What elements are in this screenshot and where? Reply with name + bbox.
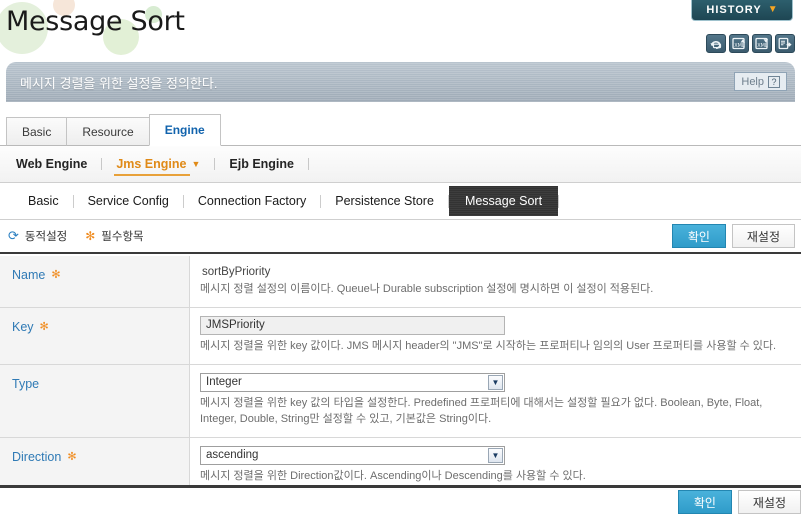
direction-select-value: ascending xyxy=(206,448,259,461)
tertiary-tabs: Basic Service Config Connection Factory … xyxy=(0,183,801,220)
legend-dynamic-config-label: 동적설정 xyxy=(24,231,68,243)
page-root: Message Sort HISTORY ▼ XML XML 메시지 경렬을 위… xyxy=(0,0,801,516)
form-description-type: 메시지 정렬을 위한 key 값의 타입을 설정한다. Predefined 프… xyxy=(200,396,763,425)
refresh-icon[interactable] xyxy=(706,34,726,53)
nav-web-engine[interactable]: Web Engine xyxy=(14,154,89,174)
active-underline xyxy=(114,174,191,176)
subtab-persistence-store-label: Persistence Store xyxy=(335,194,434,208)
confirm-button-bottom-label: 확인 xyxy=(693,495,716,510)
subtab-service-config-label: Service Config xyxy=(87,194,169,208)
form-description-name: 메시지 정렬 설정의 이름이다. Queue나 Durable subscrip… xyxy=(200,283,654,295)
form-label-key-text: Key xyxy=(12,319,34,334)
subtab-basic[interactable]: Basic xyxy=(14,188,73,214)
nav-separator xyxy=(308,158,309,170)
type-select[interactable]: Integer ▼ xyxy=(200,372,505,392)
confirm-button-top[interactable]: 확인 xyxy=(671,224,726,248)
form-description-direction: 메시지 정렬을 위한 Direction값이다. Ascending이나 Des… xyxy=(200,469,586,482)
tab-basic[interactable]: Basic xyxy=(6,117,68,146)
type-select-value: Integer xyxy=(206,375,242,388)
page-header: Message Sort HISTORY ▼ XML XML xyxy=(0,0,801,58)
reset-button-top-label: 재설정 xyxy=(746,229,780,244)
chevron-down-icon[interactable]: ▼ xyxy=(488,447,503,463)
legend-required-field-label: 필수항목 xyxy=(101,231,144,243)
history-button-label: HISTORY xyxy=(706,4,762,16)
reset-button-top[interactable]: 재설정 xyxy=(731,224,795,248)
toolbar-icons: XML XML xyxy=(706,34,795,53)
svg-text:XML: XML xyxy=(734,43,745,49)
form-label-name-text: Name xyxy=(12,268,46,282)
help-button[interactable]: Help ? xyxy=(734,72,787,91)
required-field-icon: ✻ xyxy=(39,320,49,333)
question-mark-icon: ? xyxy=(768,75,780,88)
form-row-key: Key ✻ 메시지 정렬을 위한 key 값이다. JMS 메시지 header… xyxy=(0,307,801,365)
required-field-icon: ✻ xyxy=(85,229,96,243)
legend-dynamic-config: ⟳ 동적설정 xyxy=(8,228,67,244)
tab-engine-label: Engine xyxy=(164,123,205,137)
form-label-direction-text: Direction xyxy=(12,449,62,464)
subtab-persistence-store[interactable]: Persistence Store xyxy=(321,188,448,214)
form-body-name: sortByPriority 메시지 정렬 설정의 이름이다. Queue나 D… xyxy=(190,256,801,307)
form-label-type: Type xyxy=(0,364,190,437)
form-body-type: Integer ▼ 메시지 정렬을 위한 key 값의 타입을 설정한다. Pr… xyxy=(190,364,801,437)
form-value-name: sortByPriority xyxy=(202,266,271,278)
tab-engine[interactable]: Engine xyxy=(148,114,221,146)
required-field-icon: ✻ xyxy=(67,450,77,463)
form-label-type-text: Type xyxy=(12,376,40,391)
secondary-nav: Web Engine Jms Engine ▼ Ejb Engine xyxy=(0,146,801,183)
nav-jms-engine[interactable]: Jms Engine ▼ xyxy=(114,154,202,176)
action-bar: ⟳ 동적설정 ✻ 필수항목 확인 재설정 xyxy=(0,220,801,254)
chevron-down-icon: ▼ xyxy=(767,4,778,15)
svg-text:XML: XML xyxy=(757,43,768,49)
chevron-down-icon[interactable]: ▼ xyxy=(191,159,200,169)
subtab-service-config[interactable]: Service Config xyxy=(74,188,183,214)
nav-ejb-engine-label: Ejb Engine xyxy=(229,157,294,171)
form-label-name: Name ✻ xyxy=(0,256,190,307)
form-row-type: Type Integer ▼ 메시지 정렬을 위한 key 값의 타입을 설정한… xyxy=(0,364,801,438)
direction-select[interactable]: ascending ▼ xyxy=(200,445,505,465)
subtab-separator xyxy=(558,194,560,208)
xml-export-icon[interactable]: XML xyxy=(752,34,772,53)
help-button-label: Help xyxy=(741,75,764,88)
form-row-name: Name ✻ sortByPriority 메시지 정렬 설정의 이름이다. Q… xyxy=(0,256,801,308)
confirm-button-bottom[interactable]: 확인 xyxy=(677,490,732,514)
page-title: Message Sort xyxy=(6,6,185,37)
nav-jms-engine-label: Jms Engine xyxy=(116,157,187,171)
tab-basic-label: Basic xyxy=(22,124,52,139)
reset-button-bottom[interactable]: 재설정 xyxy=(737,490,801,514)
nav-ejb-engine[interactable]: Ejb Engine xyxy=(227,154,296,174)
subtab-connection-factory[interactable]: Connection Factory xyxy=(184,188,320,214)
xml-import-icon[interactable]: XML xyxy=(729,34,749,53)
subtab-basic-label: Basic xyxy=(28,194,59,208)
reset-button-bottom-label: 재설정 xyxy=(752,495,786,510)
subtab-message-sort-label: Message Sort xyxy=(464,194,543,208)
form-label-key: Key ✻ xyxy=(0,307,190,364)
nav-web-engine-label: Web Engine xyxy=(16,157,88,171)
required-field-icon: ✻ xyxy=(51,269,61,281)
primary-tabs: Basic Resource Engine xyxy=(0,113,801,146)
tab-resource[interactable]: Resource xyxy=(66,117,150,146)
confirm-button-top-label: 확인 xyxy=(687,229,710,244)
banner-description: 메시지 경렬을 위한 설정을 정의한다. xyxy=(20,75,218,91)
subtab-connection-factory-label: Connection Factory xyxy=(197,194,307,208)
footer-bar: 확인 재설정 xyxy=(0,488,801,516)
subtab-message-sort[interactable]: Message Sort xyxy=(449,186,558,216)
form-body-key: 메시지 정렬을 위한 key 값이다. JMS 메시지 header의 "JMS… xyxy=(190,307,801,364)
history-button[interactable]: HISTORY ▼ xyxy=(691,0,793,21)
tab-resource-label: Resource xyxy=(82,124,134,139)
chevron-down-icon[interactable]: ▼ xyxy=(488,374,503,390)
legend-required-field: ✻ 필수항목 xyxy=(85,228,143,244)
description-banner: 메시지 경렬을 위한 설정을 정의한다. Help ? xyxy=(6,62,795,102)
nav-separator xyxy=(214,158,216,170)
key-input[interactable] xyxy=(200,315,505,335)
dynamic-config-icon: ⟳ xyxy=(8,228,19,243)
settings-form: Name ✻ sortByPriority 메시지 정렬 설정의 이름이다. Q… xyxy=(0,256,801,495)
export-file-icon[interactable] xyxy=(775,34,795,53)
nav-separator xyxy=(101,158,103,170)
form-description-key: 메시지 정렬을 위한 key 값이다. JMS 메시지 header의 "JMS… xyxy=(200,339,777,352)
